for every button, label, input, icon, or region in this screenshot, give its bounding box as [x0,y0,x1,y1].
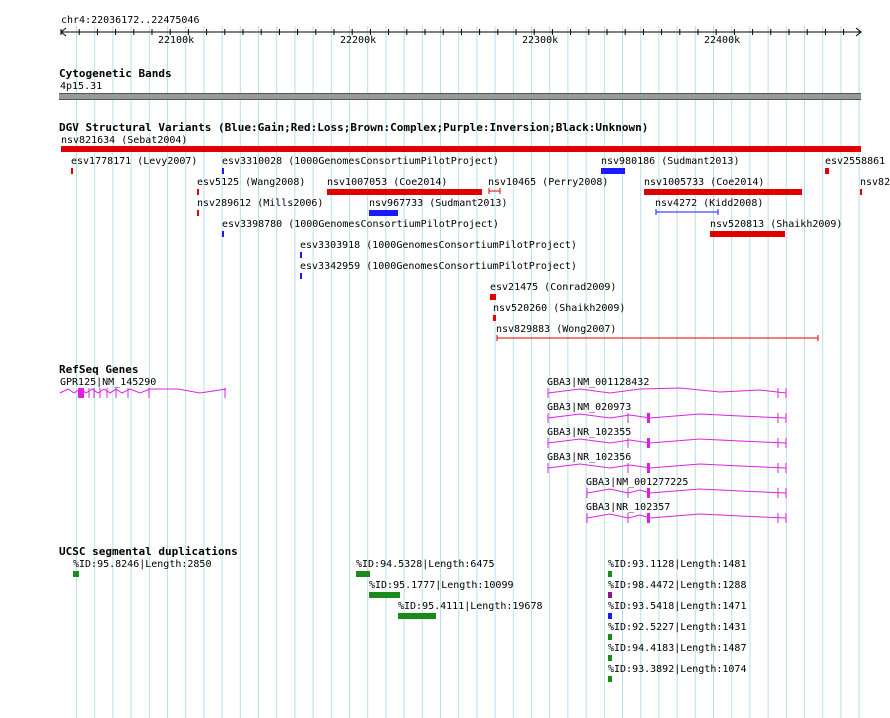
segdup-bar[interactable] [608,592,612,598]
segdup-bar[interactable] [608,613,612,619]
segdup-label[interactable]: %ID:93.3892|Length:1074 [608,664,746,675]
segdup-label[interactable]: %ID:95.1777|Length:10099 [369,580,514,591]
segdup-bar[interactable] [608,676,612,682]
segdup-bar[interactable] [398,613,436,619]
segdup-bar[interactable] [369,592,400,598]
segdup-label[interactable]: %ID:93.1128|Length:1481 [608,559,746,570]
segdup-label[interactable]: %ID:94.4183|Length:1487 [608,643,746,654]
segdup-label[interactable]: %ID:94.5328|Length:6475 [356,559,494,570]
segdup-bar[interactable] [608,571,612,577]
segdup-bar[interactable] [356,571,370,577]
segdup-bar[interactable] [73,571,79,577]
segdup-bar[interactable] [608,634,612,640]
track-title-segdup[interactable]: UCSC segmental duplications [59,546,238,558]
segdup-label[interactable]: %ID:93.5418|Length:1471 [608,601,746,612]
segdup-bar[interactable] [608,655,612,661]
segdup-label[interactable]: %ID:98.4472|Length:1288 [608,580,746,591]
segdup-label[interactable]: %ID:95.4111|Length:19678 [398,601,543,612]
segdup-label[interactable]: %ID:95.8246|Length:2850 [73,559,211,570]
segdup-label[interactable]: %ID:92.5227|Length:1431 [608,622,746,633]
